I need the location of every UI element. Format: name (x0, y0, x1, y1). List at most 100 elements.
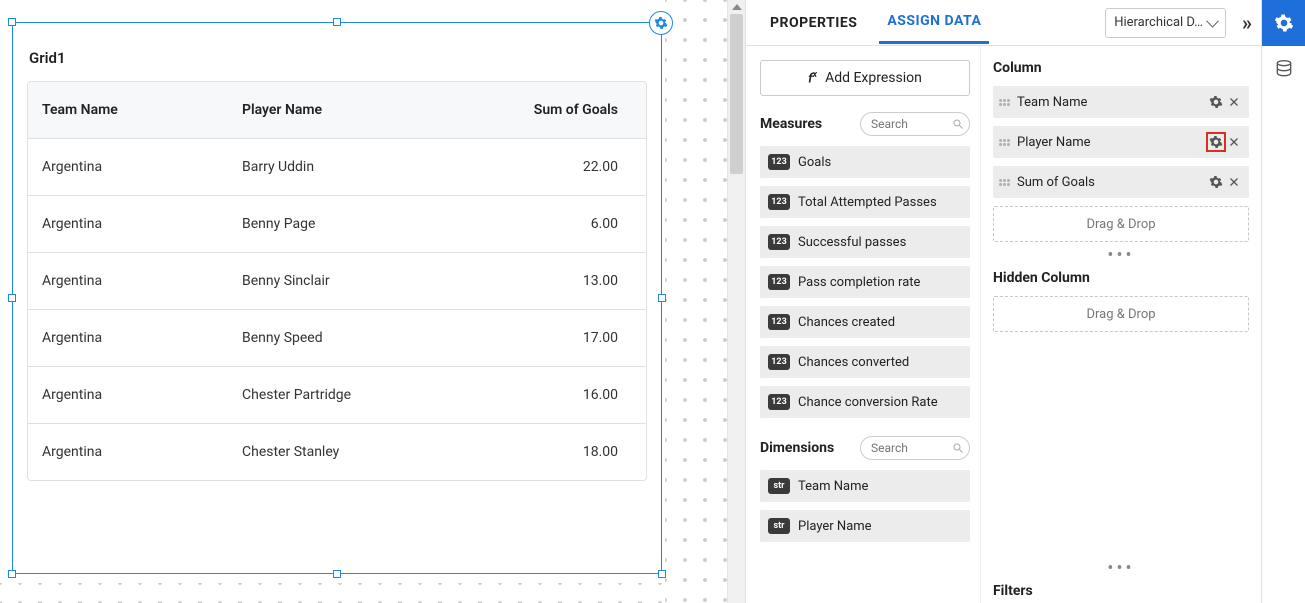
cell-player: Chester Stanley (228, 424, 486, 480)
resize-handle[interactable] (8, 294, 16, 302)
canvas-grid-bg-bottom (0, 583, 665, 603)
numeric-badge-icon: 123 (768, 354, 790, 370)
pill-label: Sum of Goals (1017, 175, 1207, 190)
cell-goals: 17.00 (486, 310, 646, 366)
string-badge-icon: str (768, 518, 790, 534)
table-row[interactable]: ArgentinaBenny Page6.00 (28, 196, 646, 253)
cell-player: Barry Uddin (228, 139, 486, 195)
cell-goals: 6.00 (486, 196, 646, 252)
column-pill[interactable]: Sum of Goals (993, 166, 1249, 198)
field-label: Player Name (798, 519, 872, 534)
scroll-up-icon[interactable] (732, 4, 742, 10)
dimension-field[interactable]: str Team Name (760, 470, 970, 502)
pill-remove-button[interactable] (1225, 93, 1243, 111)
table-row[interactable]: ArgentinaBenny Sinclair13.00 (28, 253, 646, 310)
pill-label: Player Name (1017, 135, 1207, 150)
table-row[interactable]: ArgentinaBenny Speed17.00 (28, 310, 646, 367)
search-icon (952, 442, 964, 454)
field-label: Pass completion rate (798, 275, 920, 290)
col-header-goals[interactable]: Sum of Goals (486, 82, 646, 138)
scroll-thumb[interactable] (730, 14, 743, 174)
drag-drop-hint: Drag & Drop (1086, 217, 1155, 232)
cell-player: Benny Speed (228, 310, 486, 366)
field-label: Chances converted (798, 355, 909, 370)
grid-widget-selection[interactable]: Grid1 Team Name Player Name Sum of Goals… (12, 22, 662, 574)
tab-properties[interactable]: PROPERTIES (762, 3, 865, 43)
data-source-select-value: Hierarchical D… (1114, 15, 1203, 30)
field-label: Successful passes (798, 235, 906, 250)
drag-handle-icon[interactable] (999, 174, 1011, 190)
column-pill[interactable]: Player Name (993, 126, 1249, 158)
table-row[interactable]: ArgentinaBarry Uddin22.00 (28, 139, 646, 196)
numeric-badge-icon: 123 (768, 234, 790, 250)
string-badge-icon: str (768, 478, 790, 494)
resize-handle[interactable] (8, 570, 16, 578)
section-separator: ••• (993, 565, 1249, 573)
resize-handle[interactable] (8, 18, 16, 26)
drag-handle-icon[interactable] (999, 134, 1011, 150)
data-source-select[interactable]: Hierarchical D… (1105, 8, 1226, 38)
resize-handle[interactable] (333, 18, 341, 26)
measures-heading: Measures (760, 116, 822, 132)
rail-settings-button[interactable] (1262, 0, 1305, 46)
resize-handle[interactable] (658, 570, 666, 578)
table-row[interactable]: ArgentinaChester Partridge16.00 (28, 367, 646, 424)
vertical-scrollbar[interactable] (727, 0, 745, 603)
cell-team: Argentina (28, 367, 228, 423)
side-panel: PROPERTIES ASSIGN DATA Hierarchical D… »… (745, 0, 1305, 603)
gear-icon (1274, 13, 1294, 33)
add-expression-button[interactable]: fx Add Expression (760, 60, 970, 96)
fx-icon: fx (808, 70, 817, 86)
cell-goals: 22.00 (486, 139, 646, 195)
numeric-badge-icon: 123 (768, 314, 790, 330)
table-row[interactable]: ArgentinaChester Stanley18.00 (28, 424, 646, 480)
measure-field[interactable]: 123 Successful passes (760, 226, 970, 258)
cell-team: Argentina (28, 310, 228, 366)
data-grid: Team Name Player Name Sum of Goals Argen… (27, 81, 647, 481)
measure-field[interactable]: 123Total Attempted Passes (760, 186, 970, 218)
fields-column: fx Add Expression Measures 123Goals 123To… (746, 46, 981, 603)
cell-player: Benny Page (228, 196, 486, 252)
pill-remove-button[interactable] (1225, 173, 1243, 191)
database-icon (1274, 59, 1294, 79)
resize-handle[interactable] (333, 570, 341, 578)
numeric-badge-icon: 123 (768, 394, 790, 410)
cell-goals: 16.00 (486, 367, 646, 423)
search-icon (952, 118, 964, 130)
cell-team: Argentina (28, 139, 228, 195)
hidden-column-dropzone[interactable]: Drag & Drop (993, 296, 1249, 332)
drag-handle-icon[interactable] (999, 94, 1011, 110)
dropzones-column: Column Team NamePlayer NameSum of Goals … (981, 46, 1261, 603)
cell-team: Argentina (28, 196, 228, 252)
add-expression-label: Add Expression (825, 70, 922, 86)
tab-assign-data[interactable]: ASSIGN DATA (879, 1, 989, 44)
pill-settings-button[interactable] (1207, 133, 1225, 151)
field-label: Team Name (798, 479, 868, 494)
pill-remove-button[interactable] (1225, 133, 1243, 151)
column-dropzone[interactable]: Drag & Drop (993, 206, 1249, 242)
cell-team: Argentina (28, 424, 228, 480)
measure-field[interactable]: 123Chance conversion Rate (760, 386, 970, 418)
col-header-player[interactable]: Player Name (228, 82, 486, 138)
measure-field[interactable]: 123 Chances converted (760, 346, 970, 378)
measure-field[interactable]: 123 Pass completion rate (760, 266, 970, 298)
widget-settings-button[interactable] (649, 11, 673, 35)
numeric-badge-icon: 123 (768, 274, 790, 290)
numeric-badge-icon: 123 (768, 194, 790, 210)
measure-field[interactable]: 123Chances created (760, 306, 970, 338)
pill-settings-button[interactable] (1207, 93, 1225, 111)
expand-panel-button[interactable]: » (1240, 7, 1251, 39)
design-canvas[interactable]: Grid1 Team Name Player Name Sum of Goals… (0, 0, 745, 603)
rail-data-button[interactable] (1262, 46, 1305, 92)
cell-goals: 13.00 (486, 253, 646, 309)
dimension-field[interactable]: str Player Name (760, 510, 970, 542)
measure-field[interactable]: 123Goals (760, 146, 970, 178)
column-section-heading: Column (993, 60, 1249, 76)
pill-settings-button[interactable] (1207, 173, 1225, 191)
col-header-team[interactable]: Team Name (28, 82, 228, 138)
grid-header-row: Team Name Player Name Sum of Goals (28, 82, 646, 139)
right-rail (1261, 0, 1305, 603)
pill-label: Team Name (1017, 95, 1207, 110)
resize-handle[interactable] (658, 294, 666, 302)
column-pill[interactable]: Team Name (993, 86, 1249, 118)
